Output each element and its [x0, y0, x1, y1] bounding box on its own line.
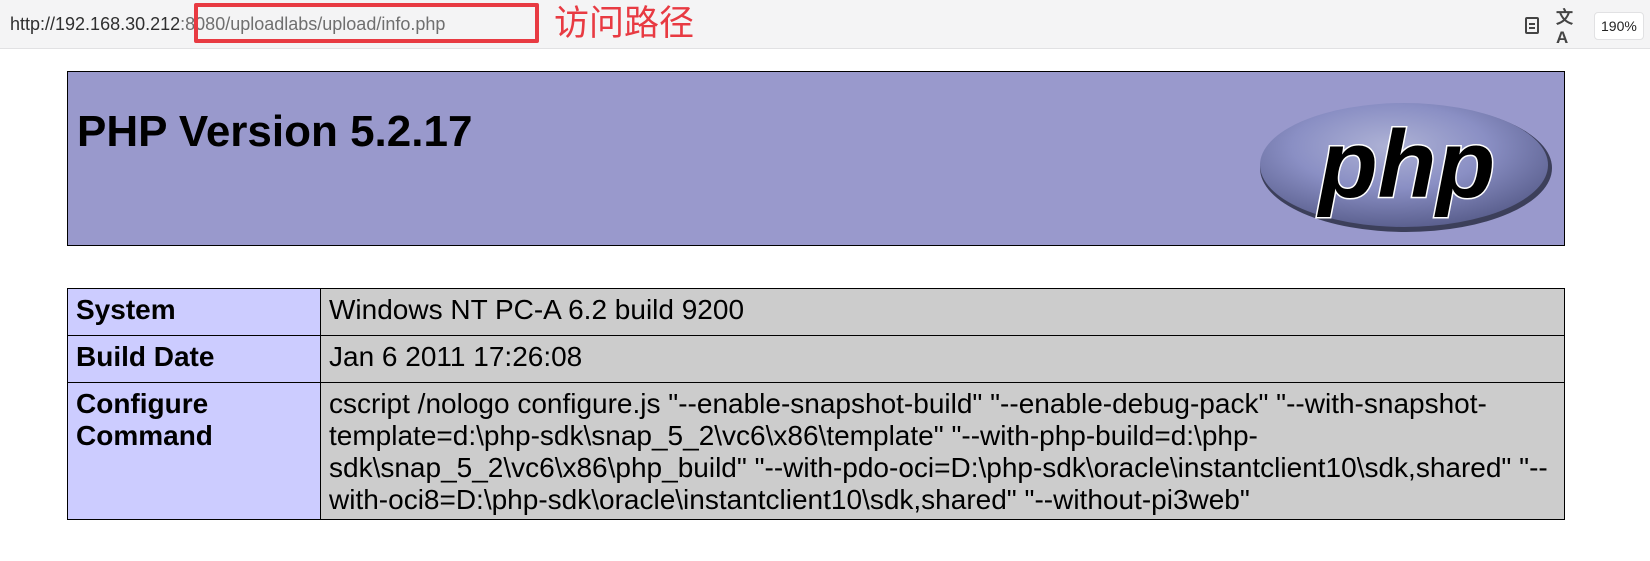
php-version-header: PHP Version 5.2.17 php php	[67, 71, 1565, 246]
table-row-configure-command: Configure Command cscript /nologo config…	[67, 382, 1565, 520]
table-row-build-date: Build Date Jan 6 2011 17:26:08	[67, 335, 1565, 383]
translate-icon[interactable]: 文A	[1556, 8, 1578, 47]
row-value: Jan 6 2011 17:26:08	[320, 335, 1565, 383]
php-version-title: PHP Version 5.2.17	[77, 107, 473, 156]
row-key: System	[67, 288, 321, 336]
highlight-box	[194, 3, 539, 43]
table-row-system: System Windows NT PC-A 6.2 build 9200	[67, 288, 1565, 336]
php-logo[interactable]: php php	[1257, 99, 1555, 234]
reader-mode-icon[interactable]	[1521, 14, 1543, 36]
row-key: Build Date	[67, 335, 321, 383]
row-key: Configure Command	[67, 382, 321, 520]
row-value: cscript /nologo configure.js "--enable-s…	[320, 382, 1565, 520]
php-logo-text: php	[1316, 111, 1495, 218]
browser-address-bar: http://192.168.30.212:8080/uploadlabs/up…	[0, 0, 1650, 49]
url-host: http://192.168.30.212	[10, 14, 181, 34]
phpinfo-table: System Windows NT PC-A 6.2 build 9200 Bu…	[67, 288, 1565, 520]
row-value: Windows NT PC-A 6.2 build 9200	[320, 288, 1565, 336]
zoom-level-badge[interactable]: 190%	[1594, 12, 1644, 40]
path-annotation: 访问路径	[554, 4, 695, 44]
